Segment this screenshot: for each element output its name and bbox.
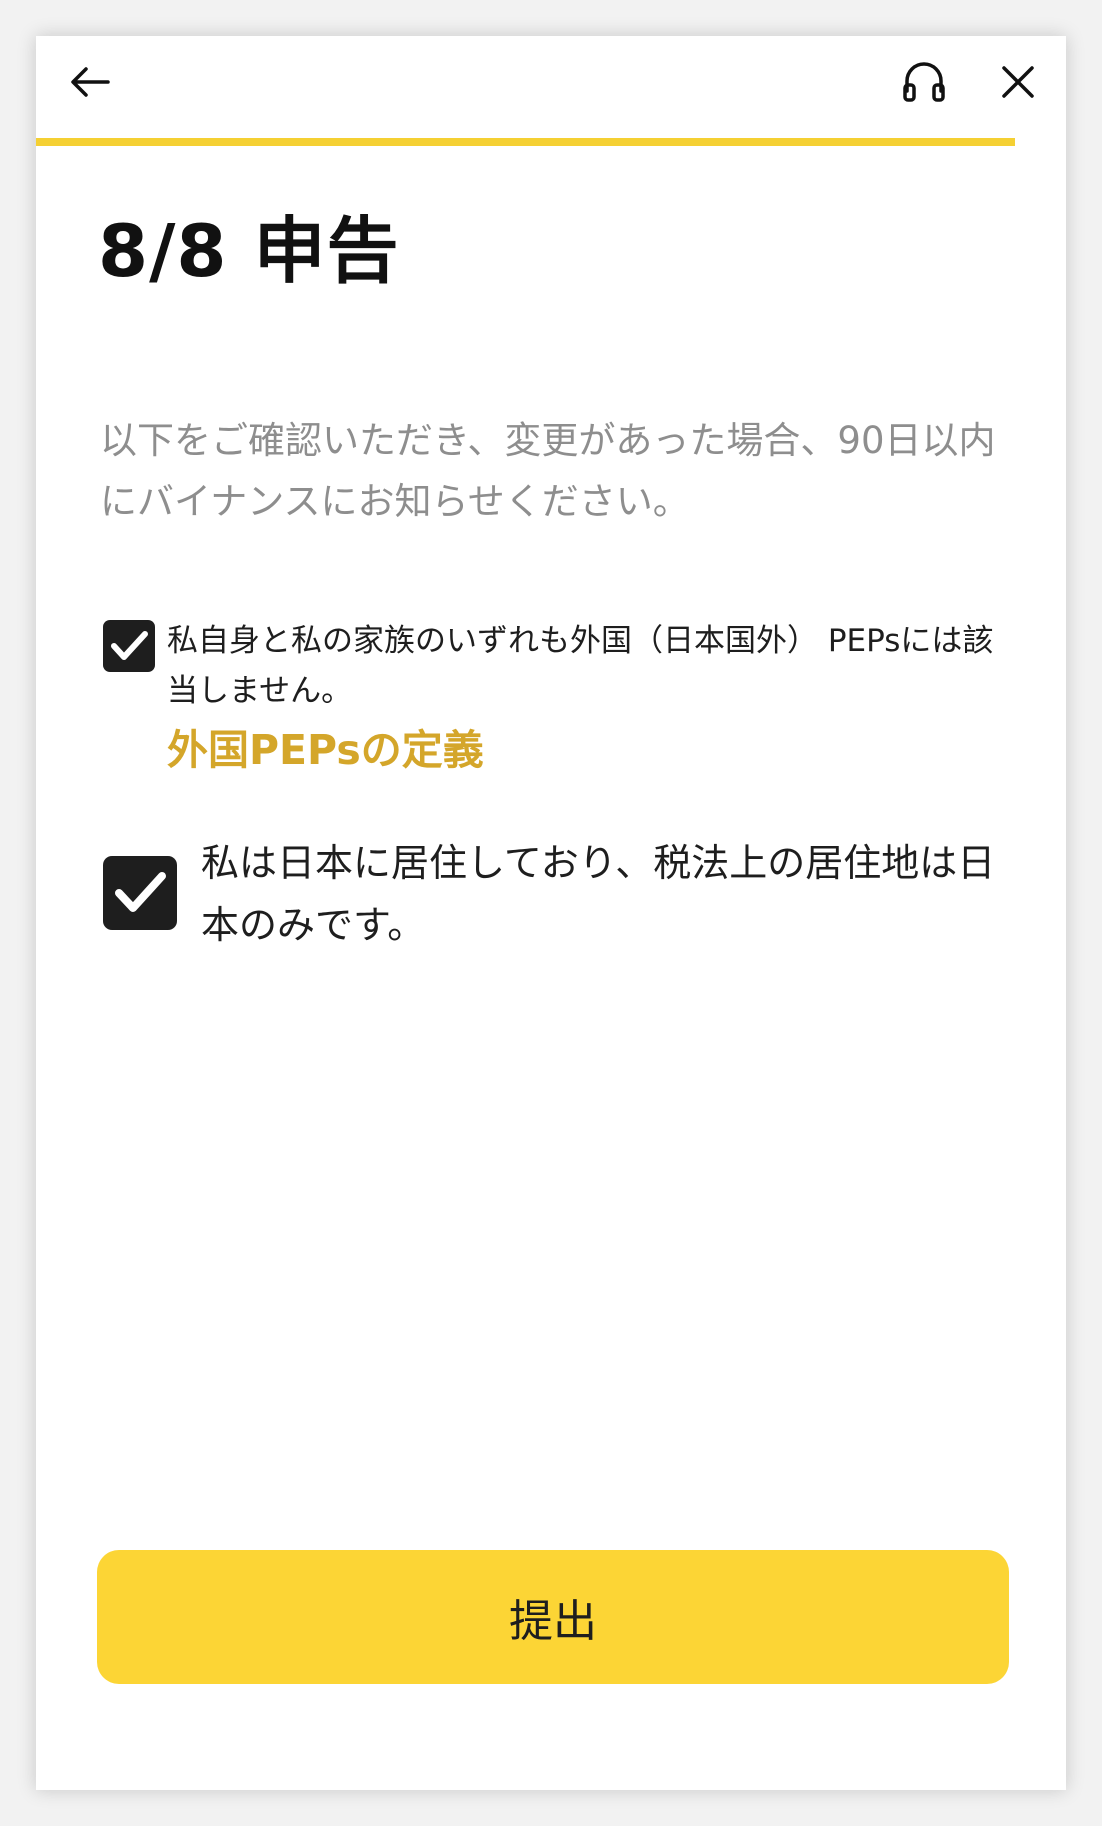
declaration-residence-checkbox[interactable] [103,856,177,930]
top-bar [36,36,1066,140]
close-button[interactable] [986,50,1050,114]
declaration-pep-label: 私自身と私の家族のいずれも外国（日本国外） PEPsには該当しません。 [167,623,994,709]
support-button[interactable] [892,50,956,114]
back-button[interactable] [58,50,122,114]
declaration-pep-checkbox[interactable] [103,620,155,672]
page-title: 8/8 申告 [98,209,400,293]
arrow-left-icon [71,67,110,97]
app-window: 8/8 申告 以下をご確認いただき、変更があった場合、90日以内にバイナンスにお… [36,36,1066,1790]
submit-button-label: 提出 [509,1596,597,1647]
notice-text: 以下をご確認いただき、変更があった場合、90日以内にバイナンスにお知らせください… [100,419,996,523]
checkmark-icon [115,872,166,912]
progress-bar-fill [36,138,1015,146]
progress-bar [36,138,1066,146]
headset-icon [903,62,945,102]
submit-button[interactable]: 提出 [97,1550,1009,1684]
declaration-residence-label: 私は日本に居住しており、税法上の居住地は日本のみです。 [201,841,996,947]
pep-definition-link[interactable]: 外国PEPsの定義 [167,716,484,776]
close-icon [1002,66,1034,98]
checkmark-icon [111,631,148,660]
